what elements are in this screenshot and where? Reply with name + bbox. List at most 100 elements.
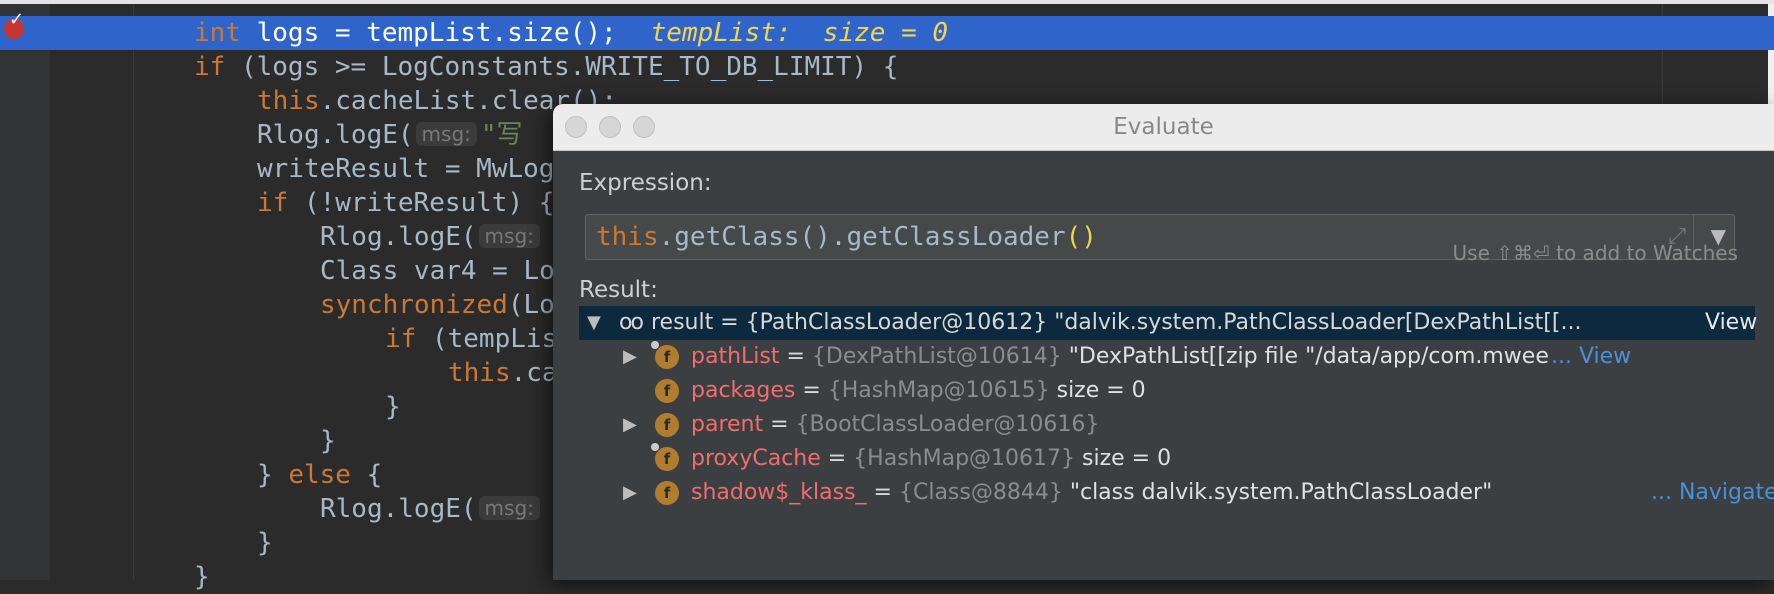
- field-type: {BootClassLoader@10616}: [795, 412, 1100, 437]
- code-token: (logs >= LogConstants.WRITE_TO_DB_LIMIT)…: [225, 52, 899, 82]
- lock-badge-icon: [651, 443, 659, 451]
- code-token: Class var4 = Lo: [320, 256, 555, 286]
- code-text: int logs = tempList.size(); tempList: siz…: [194, 16, 948, 50]
- code-text: this.ca: [448, 356, 558, 390]
- field-value: "DexPathList[[zip file "/data/app/com.mw…: [1068, 344, 1551, 369]
- field-name: pathList: [691, 344, 780, 369]
- field-entry: shadow$_klass_ = {Class@8844} "class dal…: [691, 480, 1493, 505]
- field-type: {DexPathList@10614}: [811, 344, 1062, 369]
- field-name: proxyCache: [691, 446, 821, 471]
- field-value: size = 0: [1056, 378, 1146, 403]
- field-entry: pathList = {DexPathList@10614} "DexPathL…: [691, 340, 1551, 374]
- field-type: {HashMap@10617}: [853, 446, 1076, 471]
- code-token: Rlog.logE(: [257, 120, 414, 150]
- field-type: {HashMap@10615}: [827, 378, 1050, 403]
- code-token: }: [257, 528, 273, 558]
- inline-debug-value: tempList: size = 0: [650, 18, 949, 48]
- code-token: writeResult = MwLog: [257, 154, 555, 184]
- code-text: if (!writeResult) {: [257, 186, 554, 220]
- code-token: {: [350, 460, 383, 490]
- code-token: }: [194, 562, 210, 592]
- expression-label: Expression:: [579, 170, 712, 196]
- collapse-arrow-icon[interactable]: ▼: [587, 306, 601, 340]
- expand-arrow-icon[interactable]: ▶: [623, 340, 637, 374]
- code-keyword: if: [194, 52, 226, 82]
- tree-row-result[interactable]: ▼ oo result = {PathClassLoader@10612} "d…: [579, 306, 1757, 340]
- code-text: } else {: [257, 458, 382, 492]
- code-text: }: [320, 424, 336, 458]
- code-keyword: int: [194, 18, 241, 48]
- result-tree[interactable]: ▼ oo result = {PathClassLoader@10612} "d…: [579, 306, 1774, 580]
- result-value: result = {PathClassLoader@10612} "dalvik…: [651, 310, 1582, 335]
- expression-text[interactable]: this.getClass().getClassLoader(): [596, 220, 1097, 254]
- code-token: (tempLis: [416, 324, 558, 354]
- field-icon: f: [655, 481, 679, 505]
- expand-arrow-icon[interactable]: ▶: [623, 476, 637, 510]
- expression-keyword: this: [596, 222, 659, 252]
- code-string: "写: [480, 120, 523, 150]
- code-keyword: this: [257, 86, 320, 116]
- field-icon: f: [655, 413, 679, 437]
- add-to-watches-hint: Use ⇧⌘⏎ to add to Watches: [1452, 241, 1738, 265]
- field-entry: parent = {BootClassLoader@10616}: [691, 412, 1100, 437]
- field-name: parent: [691, 412, 764, 437]
- field-name: shadow$_klass_: [691, 480, 867, 505]
- field-entry: proxyCache = {HashMap@10617} size = 0: [691, 446, 1172, 471]
- code-text: Rlog.logE(msg: "写: [257, 118, 523, 152]
- expression-parens: (): [1065, 222, 1097, 252]
- field-icon: f: [655, 379, 679, 403]
- tree-row-parent[interactable]: ▶ f parent = {BootClassLoader@10616}: [579, 408, 1755, 442]
- field-entry: packages = {HashMap@10615} size = 0: [691, 378, 1146, 403]
- tree-row-pathlist[interactable]: ▶ f pathList = {DexPathList@10614} "DexP…: [579, 340, 1755, 374]
- infinity-icon: oo: [619, 310, 644, 335]
- field-value: size = 0: [1082, 446, 1172, 471]
- current-execution-line[interactable]: int logs = tempList.size(); tempList: siz…: [0, 16, 1774, 50]
- code-token: }: [320, 426, 336, 456]
- param-hint: msg:: [478, 496, 540, 520]
- code-keyword: else: [288, 460, 351, 490]
- code-text: }: [194, 560, 210, 594]
- param-hint: msg:: [415, 122, 477, 146]
- dialog-title: Evaluate: [1113, 114, 1214, 140]
- code-token: }: [257, 460, 289, 490]
- param-hint: msg:: [478, 224, 540, 248]
- window-top-strip: [0, 0, 1774, 4]
- dialog-titlebar[interactable]: Evaluate: [553, 104, 1774, 151]
- code-token: Rlog.logE(: [320, 494, 477, 524]
- evaluate-dialog: Evaluate Expression: this.getClass().get…: [553, 104, 1774, 580]
- view-link[interactable]: View: [1705, 306, 1757, 340]
- code-token: Rlog.logE(: [320, 222, 477, 252]
- code-line[interactable]: if (logs >= LogConstants.WRITE_TO_DB_LIM…: [0, 50, 1774, 84]
- field-icon: f: [655, 447, 679, 471]
- code-token: .ca: [510, 358, 558, 388]
- field-name: packages: [691, 378, 796, 403]
- code-token: logs = tempList.size();: [240, 18, 617, 48]
- navigate-link[interactable]: ... Navigate: [1651, 476, 1774, 510]
- result-label: Result:: [579, 277, 658, 303]
- tree-row-proxycache[interactable]: f proxyCache = {HashMap@10617} size = 0: [579, 442, 1755, 476]
- code-text: synchronized(Lo: [320, 288, 555, 322]
- code-text: Rlog.logE(msg:: [320, 220, 544, 254]
- code-keyword: synchronized: [320, 290, 508, 320]
- field-type: {Class@8844}: [898, 480, 1063, 505]
- code-text: if (logs >= LogConstants.WRITE_TO_DB_LIM…: [194, 50, 898, 84]
- code-text: writeResult = MwLog: [257, 152, 554, 186]
- view-link[interactable]: ... View: [1551, 340, 1631, 374]
- expand-arrow-icon[interactable]: ▶: [623, 408, 637, 442]
- breakpoint-check-icon: ✓: [9, 9, 25, 30]
- code-text: if (tempLis: [385, 322, 557, 356]
- field-value: "class dalvik.system.PathClassLoader": [1069, 480, 1493, 505]
- expression-call: .getClass().getClassLoader: [658, 222, 1066, 252]
- code-keyword: if: [385, 324, 417, 354]
- code-text: }: [257, 526, 273, 560]
- field-icon: f: [655, 345, 679, 369]
- code-text: }: [385, 390, 401, 424]
- tree-row-shadow-klass[interactable]: ▶ f shadow$_klass_ = {Class@8844} "class…: [579, 476, 1774, 510]
- code-keyword: if: [257, 188, 289, 218]
- code-text: Rlog.logE(msg:: [320, 492, 544, 526]
- code-text: Class var4 = Lo: [320, 254, 555, 288]
- tree-row-packages[interactable]: f packages = {HashMap@10615} size = 0: [579, 374, 1755, 408]
- code-token: (Lo: [507, 290, 555, 320]
- code-token: (!writeResult) {: [288, 188, 555, 218]
- lock-badge-icon: [651, 341, 659, 349]
